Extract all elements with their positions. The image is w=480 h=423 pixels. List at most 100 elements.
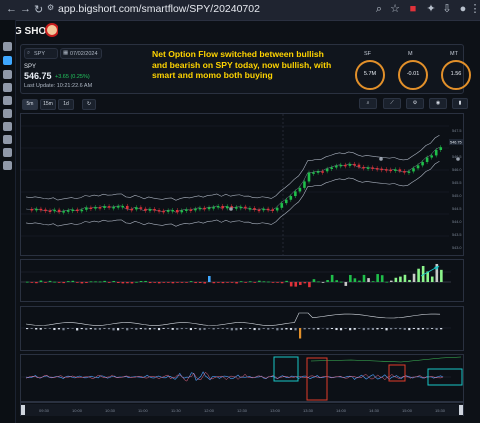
- flow-bar: [294, 282, 298, 287]
- settings-icon[interactable]: [3, 83, 12, 92]
- candle: [198, 207, 202, 210]
- momentum-bar: [303, 328, 306, 330]
- symbol-input[interactable]: ⌕ SPY: [24, 48, 58, 59]
- flow-bar: [358, 280, 361, 282]
- flow-bar: [94, 281, 97, 283]
- chart-icon[interactable]: [3, 135, 12, 144]
- forward-icon[interactable]: →: [20, 3, 31, 15]
- candle: [121, 205, 125, 208]
- momentum-bar: [98, 328, 101, 330]
- momentum-panel[interactable]: [20, 306, 464, 351]
- momentum-bar: [117, 328, 120, 331]
- y-tick-label: 543.0: [452, 246, 462, 250]
- time-scrollbar[interactable]: 09:30 10:00 10:30 11:00 11:30 12:00 12:30 13:00…: [20, 402, 464, 416]
- timeframe-5m-button[interactable]: 5m: [22, 99, 38, 110]
- momentum-bar: [62, 328, 65, 331]
- momentum-bar: [44, 328, 47, 329]
- scanner-icon[interactable]: [3, 109, 12, 118]
- momentum-bar: [80, 328, 83, 330]
- candle: [289, 196, 293, 200]
- momentum-bar: [280, 328, 283, 330]
- flow-bar: [308, 282, 311, 288]
- momentum-bar: [330, 328, 334, 330]
- flow-bar: [139, 281, 143, 282]
- alerts-icon[interactable]: [3, 96, 12, 105]
- flow-bar: [430, 276, 434, 282]
- flow-icon[interactable]: [3, 70, 12, 79]
- momentum-bar: [299, 328, 302, 339]
- candle: [344, 164, 347, 167]
- candle: [371, 167, 374, 169]
- momentum-bar: [107, 328, 111, 330]
- flow-bar: [185, 282, 188, 283]
- momentum-bar: [289, 328, 293, 330]
- tools-icon[interactable]: [3, 122, 12, 131]
- reload-icon[interactable]: ↻: [34, 3, 43, 16]
- candle: [312, 172, 315, 174]
- flow-bar: [80, 282, 84, 284]
- gauge-mt: 1.56: [441, 60, 471, 90]
- candle: [62, 211, 65, 213]
- candle: [162, 210, 165, 213]
- menu-icon[interactable]: ⋮: [468, 2, 480, 16]
- flow-bar: [339, 281, 343, 283]
- candle: [107, 206, 111, 208]
- time-tick-label: 12:30: [237, 408, 248, 413]
- date-input[interactable]: ▦ 07/02/2024: [60, 48, 102, 59]
- candle: [330, 167, 334, 169]
- timeframe-1d-button[interactable]: 1d: [58, 99, 74, 110]
- watchlist-icon[interactable]: [3, 161, 12, 170]
- extension-icon[interactable]: ■: [406, 2, 420, 16]
- flow-bar: [180, 282, 184, 283]
- candle: [253, 208, 256, 210]
- scroll-handle-left: [21, 405, 25, 415]
- candle: [189, 209, 193, 211]
- candle: [266, 208, 270, 211]
- flow-bar: [98, 281, 102, 283]
- news-icon[interactable]: [3, 148, 12, 157]
- momentum-bar: [26, 328, 29, 330]
- candle: [75, 209, 79, 212]
- flow-bar: [48, 280, 52, 282]
- momentum-bar: [176, 328, 179, 330]
- candle: [48, 210, 52, 213]
- flow-bar: [53, 281, 56, 283]
- net-flow-panel[interactable]: [20, 259, 464, 302]
- candle: [307, 172, 311, 182]
- candle: [366, 167, 370, 169]
- momentum-bar: [235, 328, 238, 331]
- timeframe-15m-button[interactable]: 15m: [40, 99, 56, 110]
- time-tick-label: 11:30: [171, 408, 181, 413]
- flow-bar: [176, 282, 179, 283]
- gauge-m: -0.01: [398, 60, 428, 90]
- settings-icon[interactable]: ⚙: [406, 98, 424, 109]
- address-bar[interactable]: app.bigshort.com/smartflow/SPY/20240702: [58, 3, 260, 15]
- back-icon[interactable]: ←: [6, 3, 17, 15]
- flow-bar: [267, 281, 270, 283]
- flow-bar: [239, 281, 243, 283]
- chart-type-icon[interactable]: ▮: [452, 98, 468, 109]
- download-icon[interactable]: ⇩: [440, 2, 454, 16]
- momentum-bar: [94, 328, 97, 330]
- camera-icon[interactable]: ◉: [429, 98, 447, 109]
- momentum-bar: [239, 328, 243, 330]
- momentum-bar: [267, 328, 270, 330]
- search-icon[interactable]: ⌕: [372, 2, 386, 16]
- extensions-puzzle-icon[interactable]: ✦: [424, 2, 438, 16]
- eye-icon[interactable]: [3, 56, 12, 65]
- flow-bar: [412, 273, 416, 282]
- home-icon[interactable]: [3, 42, 12, 51]
- momentum-bar: [308, 328, 311, 330]
- site-info-icon[interactable]: ⚙: [47, 3, 54, 12]
- draw-icon[interactable]: ⟋: [383, 98, 401, 109]
- reset-icon[interactable]: ↻: [82, 99, 96, 110]
- gauge-sf: 5.7M: [355, 60, 385, 90]
- momentum-bar: [126, 328, 129, 331]
- bookmark-star-icon[interactable]: ☆: [388, 2, 402, 16]
- price-chart-panel[interactable]: 547.5547.0546.5546.0545.5545.0544.5544.0…: [20, 113, 464, 256]
- zoom-icon[interactable]: ⌕: [359, 98, 377, 109]
- time-tick-label: 11:00: [138, 408, 148, 413]
- price-change: +3.65 (0.25%): [55, 74, 90, 80]
- y-tick-label: 544.0: [452, 220, 462, 224]
- oscillator-panel[interactable]: [20, 354, 464, 402]
